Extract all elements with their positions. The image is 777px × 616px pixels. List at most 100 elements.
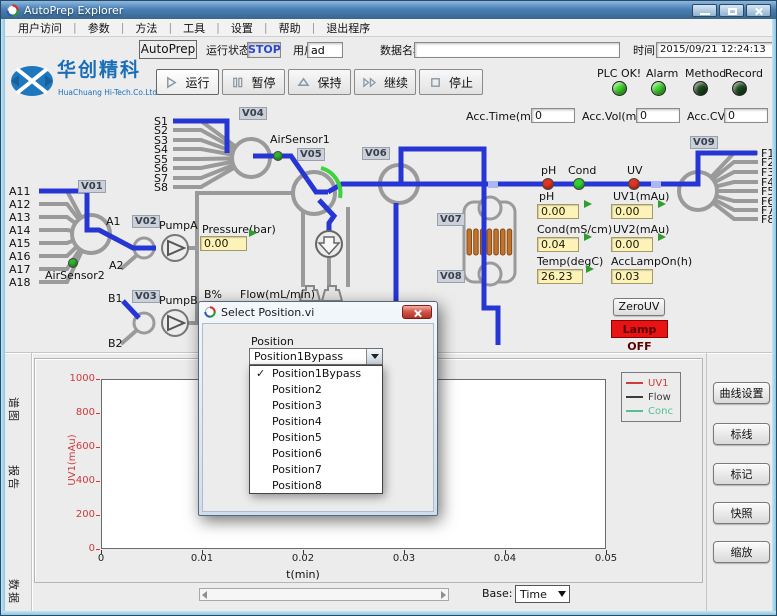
valve-badge-v03[interactable]: V03	[132, 290, 160, 303]
pump-a[interactable]	[162, 235, 188, 261]
menu-item-method[interactable]: 方法	[124, 20, 168, 36]
curve-settings-button[interactable]: 曲线设置	[713, 382, 770, 404]
chevron-down-icon	[371, 354, 379, 359]
port-label: S8	[154, 182, 168, 193]
valve-badge-v05[interactable]: V05	[297, 148, 325, 161]
combobox-dropdown-button[interactable]	[366, 349, 382, 364]
close-button[interactable]	[746, 4, 771, 17]
zoom-button[interactable]: 缩放	[713, 541, 770, 563]
base-label: Base:	[482, 588, 513, 600]
menu-item-tools[interactable]: 工具	[172, 20, 216, 36]
menu-item-user-access[interactable]: 用户访问	[7, 20, 73, 36]
menu-item-help[interactable]: 帮助	[268, 20, 312, 36]
app-window: AutoPrep Explorer 用户访问 | 参数 | 方法 | 工具 | …	[0, 0, 777, 616]
snapshot-button[interactable]: 快照	[713, 502, 770, 524]
dialog-close-button[interactable]	[402, 305, 432, 319]
legend-line-sample	[626, 382, 643, 384]
legend-item-flow[interactable]: Flow	[626, 390, 676, 404]
option-label: Position7	[272, 463, 322, 476]
valve-badge-v06[interactable]: V06	[362, 147, 390, 160]
stop-button[interactable]: 停止	[419, 69, 483, 95]
scroll-right-icon[interactable]	[441, 591, 446, 599]
legend-item-uv1[interactable]: UV1	[626, 376, 676, 390]
pump-b[interactable]	[162, 310, 188, 336]
acc-cv-label: Acc.CV	[687, 111, 725, 123]
chevron-down-icon	[558, 591, 566, 597]
trend-arrow-icon	[658, 200, 666, 208]
option-position5[interactable]: Position5	[250, 430, 382, 446]
left-tab-chromatogram[interactable]: 谱图	[6, 397, 22, 423]
hold-icon	[297, 76, 310, 89]
hold-button[interactable]: 保持	[288, 69, 351, 95]
run-status-value: STOP	[247, 42, 281, 58]
maximize-button[interactable]	[719, 4, 744, 17]
x-tick-label: 0.05	[586, 553, 626, 564]
zero-uv-button[interactable]: ZeroUV	[613, 298, 665, 316]
y-axis-title: UV1(mAu)	[67, 415, 81, 505]
pressure-label: Pressure(bar)	[202, 224, 276, 236]
x-tick-label: 0.02	[283, 553, 323, 564]
y-tick-label: 200	[63, 509, 95, 520]
menu-item-exit[interactable]: 退出程序	[315, 20, 381, 36]
trend-arrow-icon	[586, 265, 594, 273]
run-button-label: 运行	[185, 74, 209, 91]
valve-badge-v04[interactable]: V04	[239, 107, 267, 120]
annotate-button[interactable]: 标记	[713, 463, 770, 485]
fast-forward-icon	[362, 76, 377, 89]
uv-sensor-indicator	[628, 178, 640, 190]
acc-time-value: 0	[531, 108, 575, 123]
scroll-left-icon[interactable]	[202, 591, 207, 599]
plc-led	[612, 81, 627, 96]
trend-arrow-icon	[584, 233, 592, 241]
minimize-button[interactable]	[692, 4, 717, 17]
position-combobox[interactable]: Position1Bypass	[249, 348, 383, 365]
data-name-input[interactable]	[414, 42, 620, 58]
left-tab-report[interactable]: 报告	[6, 465, 22, 491]
menu-item-settings[interactable]: 设置	[220, 20, 264, 36]
column-assembly[interactable]	[464, 197, 515, 285]
line-label-a1: A1	[106, 216, 121, 228]
valve-badge-v02[interactable]: V02	[132, 215, 160, 228]
run-button[interactable]: 运行	[156, 69, 219, 95]
resume-button[interactable]: 继续	[354, 69, 416, 95]
legend-label: Conc	[648, 406, 673, 417]
lamp-off-button[interactable]: Lamp OFF	[611, 320, 668, 338]
user-input[interactable]	[307, 42, 343, 58]
pause-button[interactable]: 暂停	[222, 69, 285, 95]
method-led-label: Method	[685, 67, 726, 80]
y-tick-label: 400	[63, 475, 95, 486]
b-percent-label: B%	[204, 289, 222, 301]
air-sensor-2-indicator	[68, 258, 78, 268]
line-label-a2: A2	[109, 260, 124, 272]
pause-button-label: 暂停	[251, 74, 275, 91]
port-label: A11	[9, 186, 31, 197]
valve-badge-v01[interactable]: V01	[78, 180, 106, 193]
stop-icon	[429, 76, 442, 89]
option-position4[interactable]: Position4	[250, 414, 382, 430]
base-dropdown-value: Time	[516, 588, 558, 601]
option-position2[interactable]: Position2	[250, 382, 382, 398]
valve-badge-v08[interactable]: V08	[437, 270, 465, 283]
line-label-b1: B1	[108, 293, 123, 305]
option-position1bypass[interactable]: ✓Position1Bypass	[250, 366, 382, 382]
option-position7[interactable]: Position7	[250, 462, 382, 478]
option-position8[interactable]: Position8	[250, 478, 382, 494]
base-dropdown[interactable]: Time	[515, 585, 570, 603]
marker-line-button[interactable]: 标线	[713, 423, 770, 445]
chart-legend: UV1 Flow Conc	[621, 372, 681, 422]
x-tick-label: 0	[81, 553, 121, 564]
play-icon	[165, 76, 178, 89]
option-position3[interactable]: Position3	[250, 398, 382, 414]
valve-badge-v09[interactable]: V09	[690, 136, 718, 149]
alarm-led	[651, 81, 666, 96]
chart-scrollbar[interactable]	[199, 588, 449, 601]
option-label: Position1Bypass	[272, 367, 361, 380]
legend-item-conc[interactable]: Conc	[626, 404, 676, 418]
left-tab-data[interactable]: 数据	[6, 579, 22, 605]
menu-item-parameters[interactable]: 参数	[77, 20, 121, 36]
valve-badge-v07[interactable]: V07	[437, 213, 465, 226]
time-label: 时间	[633, 45, 655, 57]
waste-arrow	[316, 231, 342, 257]
port-label: A17	[9, 264, 31, 275]
option-position6[interactable]: Position6	[250, 446, 382, 462]
